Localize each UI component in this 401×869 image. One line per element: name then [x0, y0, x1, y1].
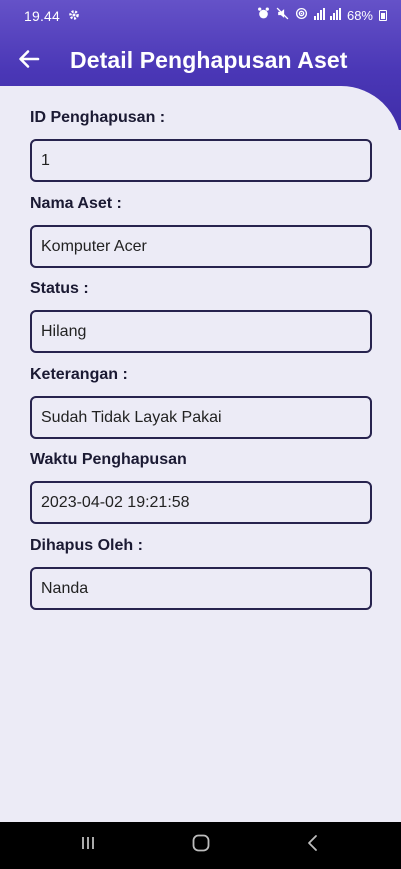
- field-id-penghapusan: ID Penghapusan : 1: [30, 108, 372, 182]
- status-bar: 19.44 68%: [0, 0, 401, 34]
- field-value-box[interactable]: Komputer Acer: [30, 225, 372, 268]
- field-label: Nama Aset :: [30, 195, 122, 212]
- status-time: 19.44: [24, 8, 61, 24]
- field-status: Status : Hilang: [30, 279, 372, 353]
- nav-back-button[interactable]: [283, 822, 343, 869]
- signal-icon: [313, 7, 341, 23]
- field-value: Komputer Acer: [41, 237, 147, 255]
- status-icons: 68%: [257, 7, 387, 23]
- field-nama-aset: Nama Aset : Komputer Acer: [30, 194, 372, 268]
- field-dihapus-oleh: Dihapus Oleh : Nanda: [30, 536, 372, 610]
- field-label: Dihapus Oleh :: [30, 537, 143, 554]
- alarm-icon: [257, 7, 270, 23]
- field-value: 1: [41, 151, 50, 169]
- field-label: Waktu Penghapusan: [30, 451, 187, 468]
- gear-icon: [68, 6, 80, 24]
- field-value-box[interactable]: 2023-04-02 19:21:58: [30, 481, 372, 524]
- battery-percent: 68%: [346, 7, 373, 23]
- field-label: ID Penghapusan :: [30, 109, 166, 126]
- back-button[interactable]: [14, 46, 44, 76]
- hotspot-icon: [295, 7, 308, 23]
- nav-back-icon: [306, 834, 320, 857]
- field-label: Status :: [30, 280, 89, 297]
- field-value-box[interactable]: Nanda: [30, 567, 372, 610]
- field-value: Nanda: [41, 579, 89, 597]
- battery-icon: [379, 9, 387, 21]
- recents-button[interactable]: [58, 822, 118, 869]
- arrow-left-icon: [17, 47, 41, 76]
- page-title: Detail Penghapusan Aset: [70, 47, 348, 73]
- mute-icon: [276, 7, 289, 23]
- system-navigation-bar: [0, 822, 401, 869]
- field-value-box[interactable]: 1: [30, 139, 372, 182]
- home-icon: [191, 833, 211, 858]
- field-value: Hilang: [41, 322, 87, 340]
- detail-card: ID Penghapusan : 1 Nama Aset : Komputer …: [0, 86, 401, 822]
- field-value-box[interactable]: Hilang: [30, 310, 372, 353]
- field-waktu-penghapusan: Waktu Penghapusan 2023-04-02 19:21:58: [30, 450, 372, 524]
- home-button[interactable]: [171, 822, 231, 869]
- field-value: 2023-04-02 19:21:58: [41, 493, 190, 511]
- recents-icon: [80, 835, 96, 856]
- app-bar: Detail Penghapusan Aset: [0, 36, 401, 86]
- field-value: Sudah Tidak Layak Pakai: [41, 408, 222, 426]
- field-value-box[interactable]: Sudah Tidak Layak Pakai: [30, 396, 372, 439]
- field-label: Keterangan :: [30, 366, 128, 383]
- field-keterangan: Keterangan : Sudah Tidak Layak Pakai: [30, 365, 372, 439]
